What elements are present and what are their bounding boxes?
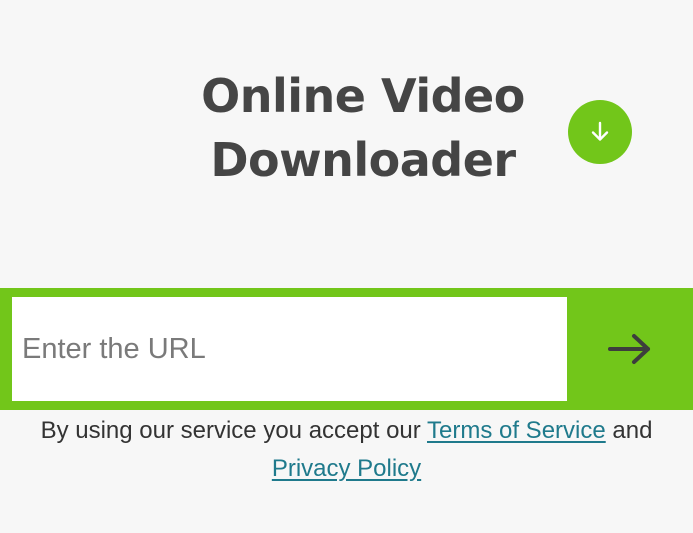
arrow-down-icon: [591, 121, 609, 141]
consent-notice: By using our service you accept our Term…: [0, 412, 693, 488]
consent-text: By using our service you accept our: [40, 417, 427, 444]
terms-of-service-link[interactable]: Terms of Service: [427, 417, 606, 444]
consent-conjunction: and: [605, 417, 653, 444]
privacy-policy-link[interactable]: Privacy Policy: [272, 455, 421, 482]
url-input[interactable]: [12, 297, 567, 401]
submit-button[interactable]: [567, 288, 693, 410]
download-icon: [568, 100, 632, 164]
page-title: Online Video Downloader: [201, 69, 525, 187]
url-form: [0, 288, 693, 410]
arrow-right-icon: [608, 334, 650, 364]
